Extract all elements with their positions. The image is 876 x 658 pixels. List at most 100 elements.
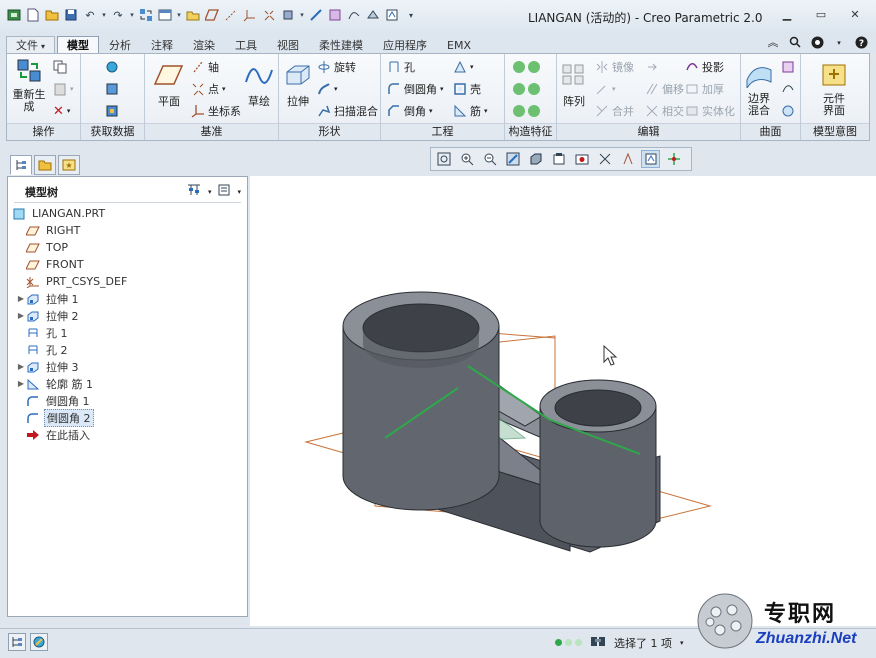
datum-display-icon[interactable] — [618, 150, 637, 168]
tree-settings-dropdown-icon[interactable]: ▾ — [208, 188, 212, 196]
fill-button[interactable] — [781, 58, 795, 76]
tree-item[interactable]: 倒圆角 1 — [8, 392, 247, 409]
copy-button[interactable] — [53, 58, 67, 76]
point-button[interactable]: 点 ▾ — [191, 80, 226, 98]
freestyle-button[interactable] — [781, 80, 795, 98]
tree-item[interactable]: ▶ 拉伸 2 — [8, 307, 247, 324]
show-icon[interactable] — [217, 183, 231, 200]
zoom-out-icon[interactable] — [480, 150, 499, 168]
shade-qat-icon[interactable] — [365, 7, 381, 23]
solidify-button[interactable]: 实体化 — [685, 102, 735, 120]
tree-item[interactable]: 在此插入 — [8, 426, 247, 443]
refit-icon[interactable] — [434, 150, 453, 168]
intersect-button[interactable]: 相交 — [645, 102, 684, 120]
construction-feature-1-icon[interactable] — [513, 58, 540, 76]
style-button[interactable] — [781, 102, 795, 120]
offset-button[interactable]: 偏移 — [645, 80, 684, 98]
shrinkwrap-button[interactable] — [105, 102, 119, 120]
view-manager-icon[interactable] — [572, 150, 591, 168]
folder-browser-tab-icon[interactable] — [34, 155, 56, 175]
feature-qat-icon[interactable] — [384, 7, 400, 23]
regenerate-qat-icon[interactable] — [138, 7, 154, 23]
model-tree-tab-icon[interactable] — [10, 155, 32, 175]
undo-dropdown-icon[interactable]: ▾ — [101, 7, 107, 23]
open-icon[interactable] — [44, 7, 60, 23]
mirror-button[interactable]: 镜像 — [595, 58, 634, 76]
boundary-blend-button[interactable]: 边界混合 — [743, 62, 775, 117]
community-dropdown-icon[interactable]: ▾ — [832, 36, 846, 50]
plane-qat-icon[interactable] — [204, 7, 220, 23]
display-style-icon[interactable] — [526, 150, 545, 168]
chamfer-button[interactable]: 倒角 ▾ — [387, 102, 433, 120]
expand-arrow-icon[interactable]: ▶ — [16, 379, 26, 388]
draft-button[interactable]: ▾ — [453, 58, 474, 76]
rib-button[interactable]: 筋 ▾ — [453, 102, 488, 120]
help-icon[interactable]: ? — [854, 36, 868, 50]
show-dropdown-icon[interactable]: ▾ — [237, 188, 241, 196]
tree-item[interactable]: FRONT — [8, 256, 247, 273]
app-logo-icon[interactable] — [6, 7, 22, 23]
maximize-icon[interactable]: ▭ — [812, 8, 830, 22]
new-icon[interactable] — [25, 7, 41, 23]
toggle-navigator-icon[interactable] — [8, 633, 26, 651]
minimize-icon[interactable]: ▁ — [778, 8, 796, 22]
saved-views-icon[interactable] — [549, 150, 568, 168]
tree-item[interactable]: 孔 2 — [8, 341, 247, 358]
extrude-button[interactable]: 拉伸 — [281, 62, 315, 109]
spin-center-icon[interactable] — [664, 150, 683, 168]
tree-item[interactable]: TOP — [8, 239, 247, 256]
shell-button[interactable]: 壳 — [453, 80, 481, 98]
tree-item[interactable]: RIGHT — [8, 222, 247, 239]
close-window-icon[interactable] — [185, 7, 201, 23]
project-button[interactable]: 投影 — [685, 58, 724, 76]
tree-item[interactable]: LIANGAN.PRT — [8, 205, 247, 222]
sketch-qat-icon[interactable] — [308, 7, 324, 23]
favorites-tab-icon[interactable]: ★ — [58, 155, 80, 175]
tree-item[interactable]: PRT_CSYS_DEF — [8, 273, 247, 290]
csys-button[interactable]: 坐标系 — [191, 102, 241, 120]
window-dropdown-icon[interactable]: ▾ — [176, 7, 182, 23]
plane-button[interactable]: 平面 — [151, 62, 187, 109]
view-qat-icon[interactable] — [280, 7, 296, 23]
round-button[interactable]: 倒圆角 ▾ — [387, 80, 444, 98]
close-icon[interactable]: ✕ — [846, 8, 864, 22]
point-qat-icon[interactable] — [261, 7, 277, 23]
toggle-browser-icon[interactable] — [30, 633, 48, 651]
perspective-icon[interactable] — [595, 150, 614, 168]
paste-button[interactable]: ▾ — [53, 80, 74, 98]
zoom-in-icon[interactable] — [457, 150, 476, 168]
tree-item[interactable]: 孔 1 — [8, 324, 247, 341]
expand-arrow-icon[interactable]: ▶ — [16, 294, 26, 303]
repaint-icon[interactable] — [503, 150, 522, 168]
redo-icon[interactable]: ↷ — [110, 7, 126, 23]
tree-item[interactable]: ▶ 拉伸 3 — [8, 358, 247, 375]
surface-qat-icon[interactable] — [346, 7, 362, 23]
selection-dropdown-icon[interactable]: ▾ — [680, 639, 684, 647]
expand-arrow-icon[interactable]: ▶ — [16, 311, 26, 320]
user-defined-feature-button[interactable] — [105, 58, 119, 76]
trim-button[interactable] — [645, 58, 659, 76]
thicken-button[interactable]: 加厚 — [685, 80, 724, 98]
search-icon[interactable] — [788, 36, 802, 50]
tree-item[interactable]: ▶ 拉伸 1 — [8, 290, 247, 307]
undo-icon[interactable]: ↶ — [82, 7, 98, 23]
community-icon[interactable] — [810, 36, 824, 50]
expand-arrow-icon[interactable]: ▶ — [16, 362, 26, 371]
redo-dropdown-icon[interactable]: ▾ — [129, 7, 135, 23]
construction-feature-2-icon[interactable] — [513, 80, 540, 98]
delete-button[interactable]: ✕ ▾ — [53, 102, 70, 120]
selection-filter-icon[interactable] — [590, 634, 606, 651]
save-icon[interactable] — [63, 7, 79, 23]
tree-settings-icon[interactable] — [186, 183, 202, 200]
sweep-button[interactable]: ▾ — [317, 80, 338, 98]
tree-item[interactable]: 倒圆角 2 — [8, 408, 247, 427]
hole-button[interactable]: 孔 — [387, 58, 415, 76]
select-qat-icon[interactable] — [327, 7, 343, 23]
copy-geometry-button[interactable] — [105, 80, 119, 98]
extend-button[interactable]: ▾ — [595, 80, 616, 98]
model-3d-view[interactable] — [250, 176, 876, 626]
sketch-button[interactable]: 草绘 — [243, 62, 275, 109]
collapse-ribbon-icon[interactable]: ︽ — [766, 36, 780, 50]
revolve-button[interactable]: 旋转 — [317, 58, 356, 76]
customize-qat-icon[interactable]: ▾ — [403, 7, 419, 23]
